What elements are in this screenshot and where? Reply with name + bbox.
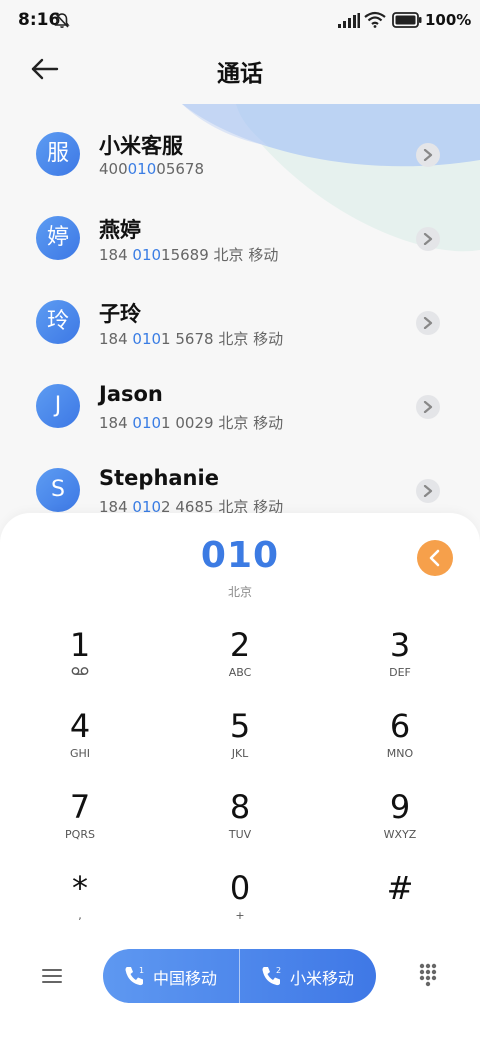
- wifi-icon: [364, 11, 386, 28]
- sim2-label: 小米移动: [290, 969, 355, 988]
- battery-percent: 100%: [425, 11, 472, 29]
- contact-name: Stephanie: [99, 466, 219, 490]
- header: 通话: [0, 40, 480, 100]
- contact-row[interactable]: 服 小米客服 40001005678: [0, 104, 480, 188]
- contact-name: Jason: [99, 382, 163, 406]
- chevron-right-icon: [423, 401, 433, 413]
- dial-key-1[interactable]: 1: [20, 626, 140, 696]
- backspace-icon: [429, 549, 440, 567]
- matched-digits: 010: [132, 414, 162, 432]
- matched-digits: 010: [132, 246, 162, 264]
- contact-number: 184 0101 0029 北京 移动: [99, 414, 284, 432]
- keypad-icon[interactable]: [418, 963, 438, 987]
- dial-key-9[interactable]: 9 WXYZ: [340, 788, 460, 858]
- contact-detail-button[interactable]: [416, 311, 440, 335]
- chevron-right-icon: [423, 233, 433, 245]
- contact-name: 子玲: [99, 302, 141, 326]
- signal-icon: [338, 13, 360, 28]
- call-sim1-button[interactable]: 1 中国移动: [103, 949, 239, 1003]
- dial-key-6[interactable]: 6 MNO: [340, 707, 460, 777]
- contact-name: 燕婷: [99, 218, 141, 242]
- bell-muted-icon: [54, 13, 70, 28]
- dial-key-3[interactable]: 3 DEF: [340, 626, 460, 696]
- contact-list: 服 小米客服 40001005678 婷 燕婷 184 01015689 北京 …: [0, 104, 480, 524]
- contact-detail-button[interactable]: [416, 227, 440, 251]
- dial-key-8[interactable]: 8 TUV: [180, 788, 300, 858]
- contact-row[interactable]: 玲 子玲 184 0101 5678 北京 移动: [0, 272, 480, 356]
- dial-key-star[interactable]: * ,: [20, 869, 140, 939]
- call-buttons: 1 中国移动 2 小米移动: [103, 949, 376, 1003]
- contact-number: 184 01015689 北京 移动: [99, 246, 279, 264]
- delete-button[interactable]: [417, 540, 453, 576]
- dial-key-2[interactable]: 2 ABC: [180, 626, 300, 696]
- svg-text:1: 1: [139, 966, 144, 975]
- status-bar: 8:16 100%: [0, 0, 480, 40]
- chevron-right-icon: [423, 317, 433, 329]
- avatar: J: [36, 384, 80, 428]
- call-sim2-button[interactable]: 2 小米移动: [240, 949, 376, 1003]
- dial-key-5[interactable]: 5 JKL: [180, 707, 300, 777]
- chevron-right-icon: [423, 149, 433, 161]
- avatar: 服: [36, 132, 80, 176]
- contact-name: 小米客服: [99, 134, 183, 158]
- dial-key-7[interactable]: 7 PQRS: [20, 788, 140, 858]
- dial-key-hash[interactable]: #: [340, 869, 460, 939]
- svg-text:2: 2: [276, 966, 281, 975]
- dial-key-0[interactable]: 0 +: [180, 869, 300, 939]
- phone-sim1-icon: 1: [125, 966, 144, 986]
- voicemail-icon: [71, 667, 89, 675]
- contact-row[interactable]: 婷 燕婷 184 01015689 北京 移动: [0, 188, 480, 272]
- battery-icon: [392, 12, 422, 28]
- avatar: S: [36, 468, 80, 512]
- contact-detail-button[interactable]: [416, 479, 440, 503]
- avatar: 婷: [36, 216, 80, 260]
- chevron-right-icon: [423, 485, 433, 497]
- contact-row[interactable]: S Stephanie 184 0102 4685 北京 移动: [0, 440, 480, 524]
- matched-digits: 010: [132, 330, 162, 348]
- menu-icon[interactable]: [42, 967, 62, 985]
- phone-sim2-icon: 2: [262, 966, 281, 986]
- page-title: 通话: [217, 61, 263, 87]
- call-action-bar: 1 中国移动 2 小米移动: [0, 949, 480, 1029]
- number-region: 北京: [227, 585, 252, 599]
- contact-number: 40001005678: [99, 160, 204, 178]
- contact-row[interactable]: J Jason 184 0101 0029 北京 移动: [0, 356, 480, 440]
- dialpad-panel: 010 北京 1 2 ABC 3 DEF 4 GHI 5 JKL 6 MNO 7…: [0, 513, 480, 1040]
- avatar: 玲: [36, 300, 80, 344]
- sim1-label: 中国移动: [153, 969, 218, 988]
- contact-detail-button[interactable]: [416, 395, 440, 419]
- contact-number: 184 0101 5678 北京 移动: [99, 330, 284, 348]
- dialed-number[interactable]: 010: [0, 535, 480, 576]
- matched-digits: 010: [127, 160, 157, 178]
- dial-key-4[interactable]: 4 GHI: [20, 707, 140, 777]
- contact-detail-button[interactable]: [416, 143, 440, 167]
